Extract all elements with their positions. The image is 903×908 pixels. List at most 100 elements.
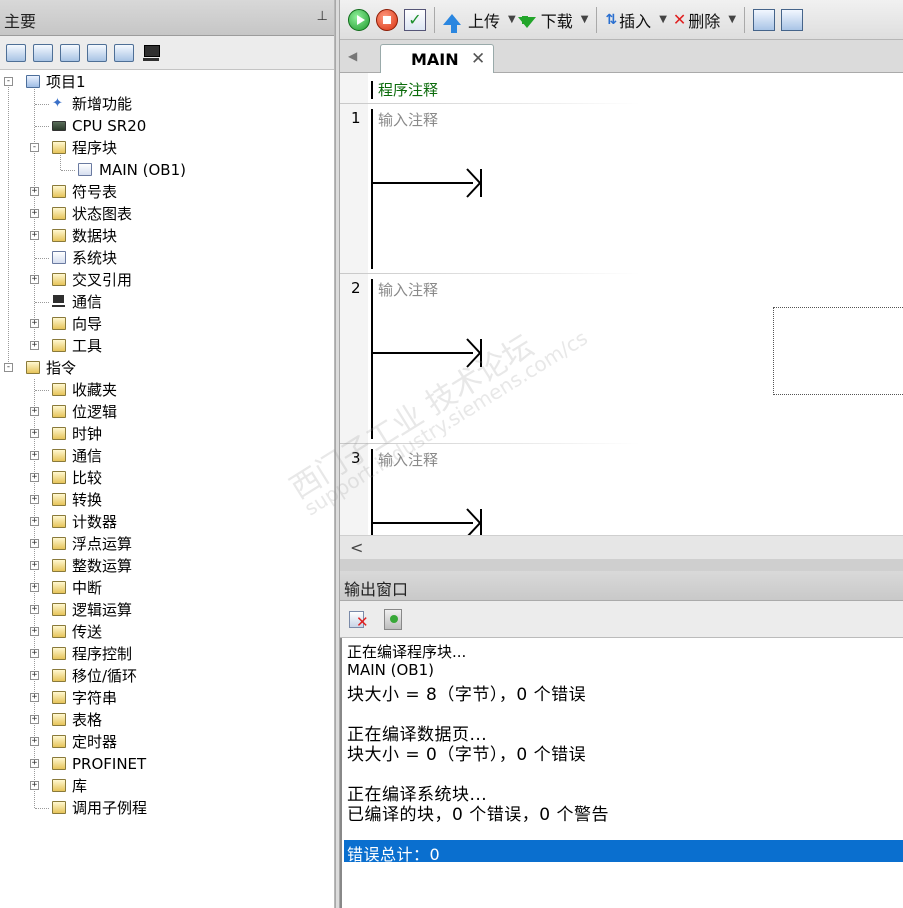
shift-icon [52, 669, 66, 682]
insert-button[interactable]: ⇅ 插入 ▼ [605, 8, 666, 32]
table-icon[interactable] [33, 43, 53, 62]
element-placeholder[interactable] [773, 307, 903, 395]
copy-output-icon[interactable] [384, 609, 402, 630]
expand-toggle[interactable]: + [30, 605, 39, 614]
tree-item-label: 通信 [72, 293, 103, 311]
upload-button[interactable]: 上传 ▼ [443, 7, 516, 33]
convert-icon [52, 493, 66, 506]
network-comment[interactable]: 输入注释 [378, 109, 438, 130]
clock-icon [52, 427, 66, 440]
tree-item-label: 程序块 [72, 139, 118, 157]
tree-item-label: 指令 [46, 359, 77, 377]
tree-guide [8, 82, 9, 368]
scroll-left-icon[interactable]: < [350, 538, 363, 557]
tree-guide [35, 104, 49, 105]
tree-guide [35, 258, 49, 259]
expand-toggle[interactable]: + [30, 209, 39, 218]
compare-icon [52, 471, 66, 484]
table-icon [52, 713, 66, 726]
expand-toggle[interactable]: + [30, 275, 39, 284]
expand-toggle[interactable]: + [30, 341, 39, 350]
download-arrow-icon [517, 17, 536, 28]
expand-toggle[interactable]: + [30, 561, 39, 570]
download-button[interactable]: 下载 ▼ [517, 8, 589, 32]
folder-icon [52, 185, 66, 198]
output-toolbar: ✕ [340, 601, 903, 638]
pin-icon[interactable]: ⊥ [317, 9, 328, 24]
expand-toggle[interactable]: + [30, 583, 39, 592]
run-icon[interactable] [348, 8, 370, 31]
rung-wire[interactable] [373, 182, 473, 184]
tree-guide [35, 302, 49, 303]
chevron-down-icon[interactable]: ▼ [659, 14, 667, 25]
program-comment[interactable]: 程序注释 [378, 79, 438, 100]
rung-end-arrow [466, 168, 482, 198]
expand-toggle[interactable]: + [30, 737, 39, 746]
folder-icon [52, 207, 66, 220]
chevron-down-icon[interactable]: ▼ [728, 14, 736, 25]
expand-toggle[interactable]: + [30, 473, 39, 482]
upload-arrow-icon [443, 14, 461, 25]
expand-toggle[interactable]: + [30, 539, 39, 548]
expand-toggle[interactable]: + [30, 781, 39, 790]
stop-icon[interactable] [376, 8, 398, 31]
page-icon[interactable] [60, 43, 80, 62]
output-line: 正在编译程序块... [347, 643, 467, 661]
expand-toggle[interactable]: + [30, 715, 39, 724]
view-icon[interactable] [6, 43, 26, 62]
collapse-toggle[interactable]: - [4, 77, 13, 86]
expand-toggle[interactable]: + [30, 451, 39, 460]
output-log[interactable]: 正在编译程序块... MAIN (OB1) 块大小 = 8（字节），0 个错误 … [340, 638, 903, 908]
tree-item-label: 逻辑运算 [72, 601, 133, 619]
tree-item-label: 整数运算 [72, 557, 133, 575]
rung-wire[interactable] [373, 352, 473, 354]
expand-toggle[interactable]: + [30, 495, 39, 504]
network-separator [340, 273, 640, 274]
tree-item-label: CPU SR20 [72, 117, 147, 135]
folder-icon [52, 383, 66, 396]
network-comment[interactable]: 输入注释 [378, 449, 438, 470]
tree-item-label: 时钟 [72, 425, 103, 443]
ladder-editor[interactable]: 程序注释 1 输入注释 2 输入注释 3 输入注释 [340, 73, 903, 535]
delete-button[interactable]: ✕ 删除 ▼ [673, 8, 736, 32]
collapse-toggle[interactable]: - [4, 363, 13, 372]
rung-wire[interactable] [373, 522, 473, 524]
collapse-toggle[interactable]: - [30, 143, 39, 152]
compile-icon[interactable]: ✓ [404, 8, 426, 31]
expand-toggle[interactable]: + [30, 649, 39, 658]
expand-toggle[interactable]: + [30, 429, 39, 438]
expand-toggle[interactable]: + [30, 627, 39, 636]
expand-toggle[interactable]: + [30, 231, 39, 240]
communication-icon[interactable] [141, 44, 161, 62]
expand-toggle[interactable]: + [30, 407, 39, 416]
panel-header: 主要 ⊥ [0, 0, 334, 36]
chevron-down-icon[interactable]: ▼ [508, 14, 516, 25]
document-icon [52, 251, 66, 264]
tab-main[interactable]: MAIN ✕ [380, 44, 494, 74]
delete-label: 删除 [688, 11, 721, 31]
tree-item-label: 转换 [72, 491, 103, 509]
error-total-line[interactable]: 错误总计：0 [347, 841, 440, 865]
expand-toggle[interactable]: + [30, 187, 39, 196]
network-comment[interactable]: 输入注释 [378, 279, 438, 300]
expand-toggle[interactable]: + [30, 671, 39, 680]
tab-scroll-left-icon[interactable]: ◀ [348, 49, 357, 63]
clear-x-icon: ✕ [356, 613, 369, 631]
tree-item-label: 表格 [72, 711, 103, 729]
clear-output-icon[interactable]: ✕ [348, 610, 369, 631]
network-compare-icon[interactable] [781, 8, 804, 31]
wizard-icon [52, 317, 66, 330]
expand-toggle[interactable]: + [30, 319, 39, 328]
expand-toggle[interactable]: + [30, 517, 39, 526]
chevron-down-icon[interactable]: ▼ [581, 14, 589, 25]
list-icon[interactable] [87, 43, 107, 62]
network-icon [52, 295, 66, 308]
pane-splitter[interactable] [340, 559, 903, 571]
network-view-icon[interactable] [753, 8, 776, 31]
expand-toggle[interactable]: + [30, 759, 39, 768]
timer-icon [52, 735, 66, 748]
close-icon[interactable]: ✕ [471, 49, 485, 69]
horizontal-scrollbar[interactable]: < [340, 535, 903, 559]
expand-toggle[interactable]: + [30, 693, 39, 702]
block-icon[interactable] [114, 43, 134, 62]
